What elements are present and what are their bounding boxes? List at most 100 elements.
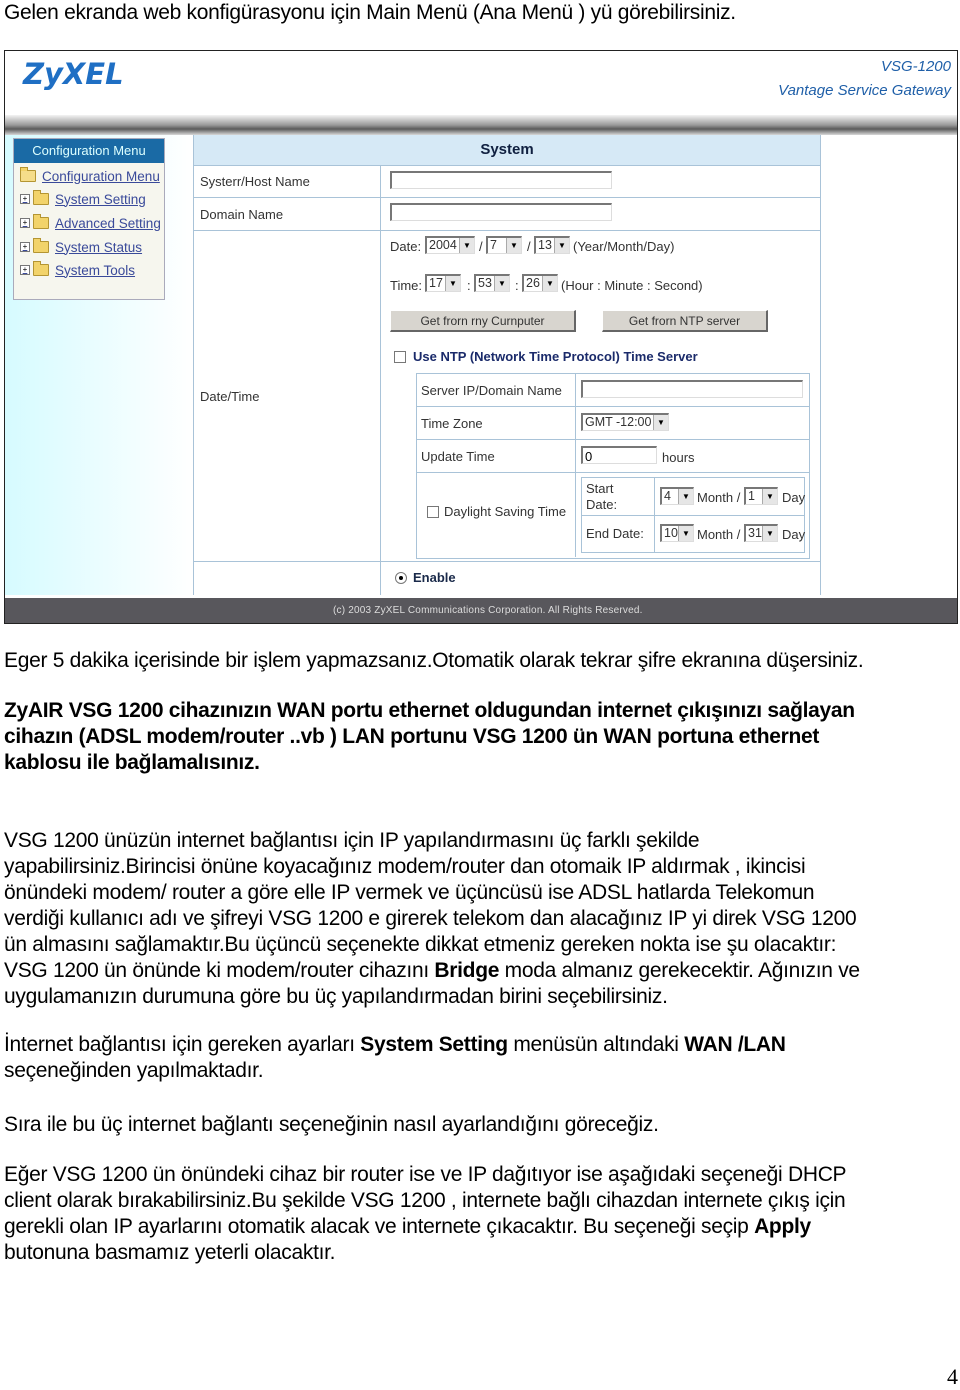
get-from-computer-button[interactable]: Get frorn rny Curnputer [390,310,576,332]
day-select[interactable]: 13 ▼ [534,236,570,254]
dropdown-arrow-icon: ▼ [762,526,777,541]
folder-icon [33,190,49,205]
start-month-select[interactable]: 4 ▼ [660,487,694,505]
year-value: 2004 [429,238,457,252]
timezone-select[interactable]: GMT -12:00 ▼ [581,413,669,431]
host-name-row: Systerr/Host Name [194,165,820,198]
host-name-label: Systerr/Host Name [200,174,310,189]
column-divider [575,407,576,439]
timezone-row: Time Zone GMT -12:00 ▼ [417,407,809,440]
text-run: VSG 1200 ün önünde ki modem/router cihaz… [4,959,435,982]
month-select[interactable]: 7 ▼ [486,236,522,254]
hour-value: 17 [429,276,443,290]
menu-item-label: System Tools [55,262,136,278]
expand-icon[interactable]: + [20,194,30,204]
menu-root[interactable]: Configuration Menu [20,165,160,187]
date-separator: / [527,239,531,254]
open-folder-icon [20,167,36,182]
text-line: VSG 1200 ünüzün internet bağlantısı için… [4,829,700,852]
timezone-label: Time Zone [421,416,483,431]
column-divider [575,473,576,557]
hour-select[interactable]: 17 ▼ [425,274,461,292]
menu-item-system-tools[interactable]: + System Tools [20,259,135,281]
get-from-ntp-button[interactable]: Get frorn NTP server [602,310,768,332]
paragraph-wan-connection: ZyAIR VSG 1200 cihazınızın WAN portu eth… [4,698,855,776]
model-subtitle: Vantage Service Gateway [778,82,951,99]
expand-icon[interactable]: + [20,265,30,275]
end-month-select[interactable]: 10 ▼ [660,524,694,542]
update-time-input[interactable]: 0 [581,446,657,464]
datetime-label: Date/Time [200,389,260,404]
menu-root-label: Configuration Menu [42,168,160,184]
column-divider [380,165,381,197]
dst-start-row: Start Date: 4 ▼ Month / 1 ▼ Day [582,478,805,516]
text-line: VSG 1200 ün önünde ki modem/router cihaz… [4,958,860,984]
end-day-select[interactable]: 31 ▼ [744,524,778,542]
text-line: seçeneğinden yapılmaktadır. [4,1059,264,1082]
menu-item-label: System Status [55,239,143,255]
month-word: Month / [697,527,741,542]
menu-item-advanced-setting[interactable]: + Advanced Setting [20,212,161,234]
expand-icon[interactable]: + [20,242,30,252]
dst-row: Daylight Saving Time Start Date: 4 ▼ Mont… [417,473,809,557]
column-divider [654,516,655,552]
paragraph-settings-location: İnternet bağlantısı için gereken ayarlar… [4,1032,786,1084]
dst-dates-table: Start Date: 4 ▼ Month / 1 ▼ Day End Date: … [581,477,805,553]
enable-radio[interactable] [395,572,407,584]
text-line: ün almasını sağlamaktır.Bu üçüncü seçene… [4,933,837,956]
minute-select[interactable]: 53 ▼ [474,274,510,292]
expand-icon[interactable]: + [20,218,30,228]
system-panel: System Systerr/Host Name Domain Name Dat… [193,135,821,595]
model-name: VSG-1200 [880,58,951,75]
copyright-text: (c) 2003 ZyXEL Communications Corporatio… [333,605,643,616]
text-line: yapabilirsiniz.Birincisi önüne koyacağın… [4,855,806,878]
dropdown-arrow-icon: ▼ [542,276,557,291]
host-name-input[interactable] [390,171,612,189]
start-day-select[interactable]: 1 ▼ [744,487,778,505]
day-value: 13 [538,238,552,252]
intro-text: Gelen ekranda web konfigürasyonu için Ma… [4,1,736,24]
second-select[interactable]: 26 ▼ [522,274,558,292]
day-word: Day [782,527,806,542]
column-divider [380,562,381,595]
year-select[interactable]: 2004 ▼ [425,236,475,254]
dropdown-arrow-icon: ▼ [445,276,460,291]
time-separator: : [515,278,519,293]
dst-end-row: End Date: 10 ▼ Month / 31 ▼ Day [582,516,806,552]
start-date-label: Start Date: [586,481,618,512]
header: ZyXEL VSG-1200 Vantage Service Gateway [5,51,957,115]
header-divider-bar [5,115,957,135]
text-run: gerekli olan IP ayarlarını otomatik alac… [4,1215,755,1238]
menu-header: Configuration Menu [14,139,164,163]
dropdown-arrow-icon: ▼ [554,238,569,253]
text-run: moda almanız gerekecektir. Ağınızın ve [499,959,860,982]
text-line: İnternet bağlantısı için gereken ayarlar… [4,1032,786,1058]
ntp-settings-table: Server IP/Domain Name Time Zone GMT -12:… [416,373,810,559]
zyxel-logo: ZyXEL [23,57,124,91]
bold-term-apply: Apply [754,1215,811,1238]
update-time-row: Update Time 0 hours [417,440,809,473]
text-line: uygulamanızın durumuna göre bu üç yapıla… [4,985,668,1008]
folder-icon [33,238,49,253]
timezone-value: GMT -12:00 [585,415,652,429]
update-time-label: Update Time [421,449,495,464]
domain-name-input[interactable] [390,203,612,221]
bold-term-bridge: Bridge [434,959,500,982]
column-divider [575,374,576,406]
column-divider [575,440,576,472]
bold-term-wan-lan: WAN /LAN [684,1033,786,1056]
domain-name-row: Domain Name [194,198,820,231]
text-line: ZyAIR VSG 1200 cihazınızın WAN portu eth… [4,699,855,722]
menu-item-system-setting[interactable]: + System Setting [20,188,146,210]
menu-item-system-status[interactable]: + System Status [20,236,142,258]
server-input[interactable] [581,380,803,398]
use-ntp-checkbox[interactable] [394,351,406,363]
paragraph-timeout: Eger 5 dakika içerisinde bir işlem yapma… [4,649,864,672]
time-label: Time: [390,278,423,293]
start-day-value: 1 [748,489,755,503]
end-month-value: 10 [664,526,678,540]
bold-term-system-setting: System Setting [360,1033,508,1056]
dst-checkbox[interactable] [427,506,439,518]
menu-item-label: Advanced Setting [55,215,161,231]
date-separator: / [479,239,483,254]
